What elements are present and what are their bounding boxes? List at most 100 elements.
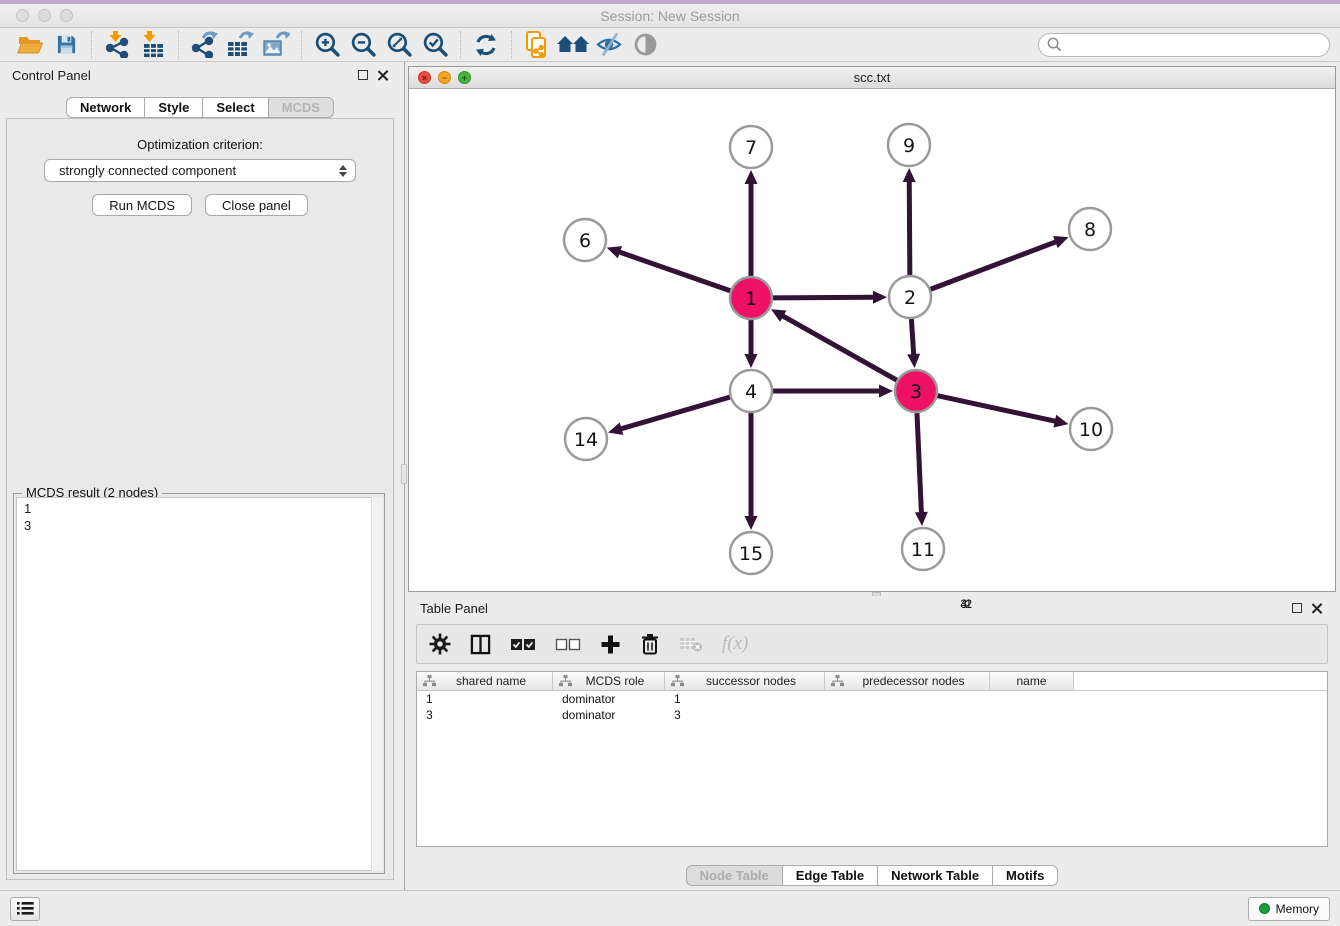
main-toolbar — [0, 28, 1340, 62]
network-window-title: scc.txt — [409, 70, 1335, 85]
zoom-fit-button[interactable] — [381, 30, 417, 60]
column-header-label: shared name — [436, 674, 546, 688]
tab-select[interactable]: Select — [202, 97, 268, 118]
home-layout-button[interactable] — [555, 30, 591, 60]
float-panel-icon[interactable] — [358, 70, 368, 80]
splitter-grip[interactable] — [401, 464, 407, 484]
graph-node-label: 10 — [1079, 419, 1103, 441]
network-canvas[interactable]: 1234678910111415 — [409, 89, 1335, 591]
graph-node-label: 3 — [910, 381, 922, 403]
main-area: Control Panel NetworkStyleSelectMCDS Opt… — [0, 62, 1340, 890]
graph-node-label: 6 — [579, 230, 591, 252]
graph-node-label: 2 — [904, 287, 916, 309]
graph-edge-2-8[interactable] — [931, 242, 1057, 290]
refresh-icon — [473, 32, 499, 58]
graph-edge-1-6[interactable] — [619, 252, 730, 291]
app-title: Session: New Session — [0, 8, 1340, 24]
optimization-label: Optimization criterion: — [7, 137, 393, 152]
graph-edge-4-14[interactable] — [621, 397, 730, 429]
column-header-label: name — [996, 674, 1067, 688]
minimize-network-icon[interactable]: − — [438, 71, 451, 84]
optimization-dropdown[interactable]: strongly connected component — [44, 159, 356, 182]
column-header-MCDS-role[interactable]: MCDS role — [553, 672, 665, 690]
select-all-button[interactable] — [510, 637, 536, 652]
column-header-label: MCDS role — [572, 674, 658, 688]
close-panel-button[interactable]: Close panel — [205, 194, 308, 216]
table-tab-edge-table[interactable]: Edge Table — [782, 865, 878, 886]
delete-table-button[interactable] — [679, 635, 703, 653]
graph-edge-3-1[interactable] — [782, 316, 896, 381]
table-cell: dominator — [553, 691, 665, 707]
graph-node-label: 11 — [911, 539, 935, 561]
graph-edge-arrowhead — [879, 385, 893, 398]
maximize-network-icon[interactable]: + — [458, 71, 471, 84]
close-panel-icon[interactable] — [377, 70, 388, 81]
contrast-eye-button[interactable] — [627, 30, 663, 60]
deselect-all-button[interactable] — [555, 637, 581, 652]
graph-edge-2-9[interactable] — [909, 181, 910, 275]
graph-edge-3-11[interactable] — [917, 413, 921, 513]
delete-table-icon — [679, 635, 703, 653]
save-session-icon — [55, 33, 78, 56]
float-table-panel-icon[interactable] — [1292, 603, 1302, 613]
graph-edge-2-3[interactable] — [911, 319, 913, 355]
panel-splitter[interactable] — [400, 62, 408, 890]
tab-mcds[interactable]: MCDS — [268, 97, 334, 118]
import-table-button[interactable] — [135, 30, 171, 60]
column-header-name[interactable]: name — [990, 672, 1074, 690]
column-header-successor-nodes[interactable]: successor nodes — [665, 672, 825, 690]
memory-status-icon — [1259, 903, 1270, 914]
app-titlebar: Session: New Session — [0, 4, 1340, 28]
table-tab-motifs[interactable]: Motifs — [992, 865, 1058, 886]
tab-style[interactable]: Style — [144, 97, 203, 118]
graph-edge-1-2[interactable] — [773, 297, 874, 298]
table-panel-tabs: Node TableEdge TableNetwork TableMotifs — [408, 865, 1336, 886]
run-mcds-button[interactable]: Run MCDS — [92, 194, 192, 216]
show-panel-button[interactable] — [10, 897, 40, 921]
deselect-all-icon — [555, 637, 581, 652]
import-table-icon — [140, 31, 166, 58]
gear-button[interactable] — [429, 633, 451, 655]
control-panel-header: Control Panel — [0, 62, 400, 88]
table-tab-network-table[interactable]: Network Table — [877, 865, 993, 886]
zoom-selected-button[interactable] — [417, 30, 453, 60]
tab-network[interactable]: Network — [66, 97, 145, 118]
export-network-button[interactable] — [186, 30, 222, 60]
search-box[interactable] — [1038, 33, 1330, 57]
zoom-out-button[interactable] — [345, 30, 381, 60]
optimization-dropdown-value: strongly connected component — [59, 163, 236, 178]
control-panel: Control Panel NetworkStyleSelectMCDS Opt… — [0, 62, 400, 890]
function-builder-button[interactable]: f(x) — [722, 633, 748, 655]
home-layout-icon — [557, 33, 589, 57]
export-image-button[interactable] — [258, 30, 294, 60]
open-file-button[interactable] — [12, 30, 48, 60]
search-input[interactable] — [1068, 37, 1321, 52]
hide-eye-button[interactable] — [591, 30, 627, 60]
save-session-button[interactable] — [48, 30, 84, 60]
table-tab-node-table[interactable]: Node Table — [686, 865, 783, 886]
contrast-eye-icon — [633, 32, 658, 57]
export-table-button[interactable] — [222, 30, 258, 60]
mcds-tab-content: Optimization criterion: strongly connect… — [6, 118, 394, 880]
column-header-shared-name[interactable]: shared name — [417, 672, 553, 690]
mcds-result-list[interactable]: 13 — [16, 497, 382, 871]
import-network-button[interactable] — [99, 30, 135, 60]
close-table-panel-icon[interactable] — [1311, 603, 1322, 614]
network-window-titlebar[interactable]: scc.txt × − + — [409, 67, 1335, 89]
mcds-result-group: MCDS result (2 nodes) 13 — [13, 493, 385, 874]
attribute-type-icon — [423, 675, 436, 687]
add-column-button[interactable] — [600, 634, 621, 655]
table-row[interactable]: 3dominator323 — [417, 707, 1327, 723]
graph-node-label: 1 — [745, 288, 757, 310]
close-network-icon[interactable]: × — [418, 71, 431, 84]
result-scrollbar[interactable] — [371, 497, 382, 871]
zoom-in-icon — [314, 31, 341, 58]
delete-column-button[interactable] — [640, 633, 660, 655]
copy-network-button[interactable] — [519, 30, 555, 60]
zoom-in-button[interactable] — [309, 30, 345, 60]
refresh-button[interactable] — [468, 30, 504, 60]
graph-node-label: 4 — [745, 381, 757, 403]
memory-button[interactable]: Memory — [1248, 897, 1330, 921]
column-manager-button[interactable] — [470, 634, 491, 655]
graph-edge-3-10[interactable] — [937, 396, 1055, 422]
